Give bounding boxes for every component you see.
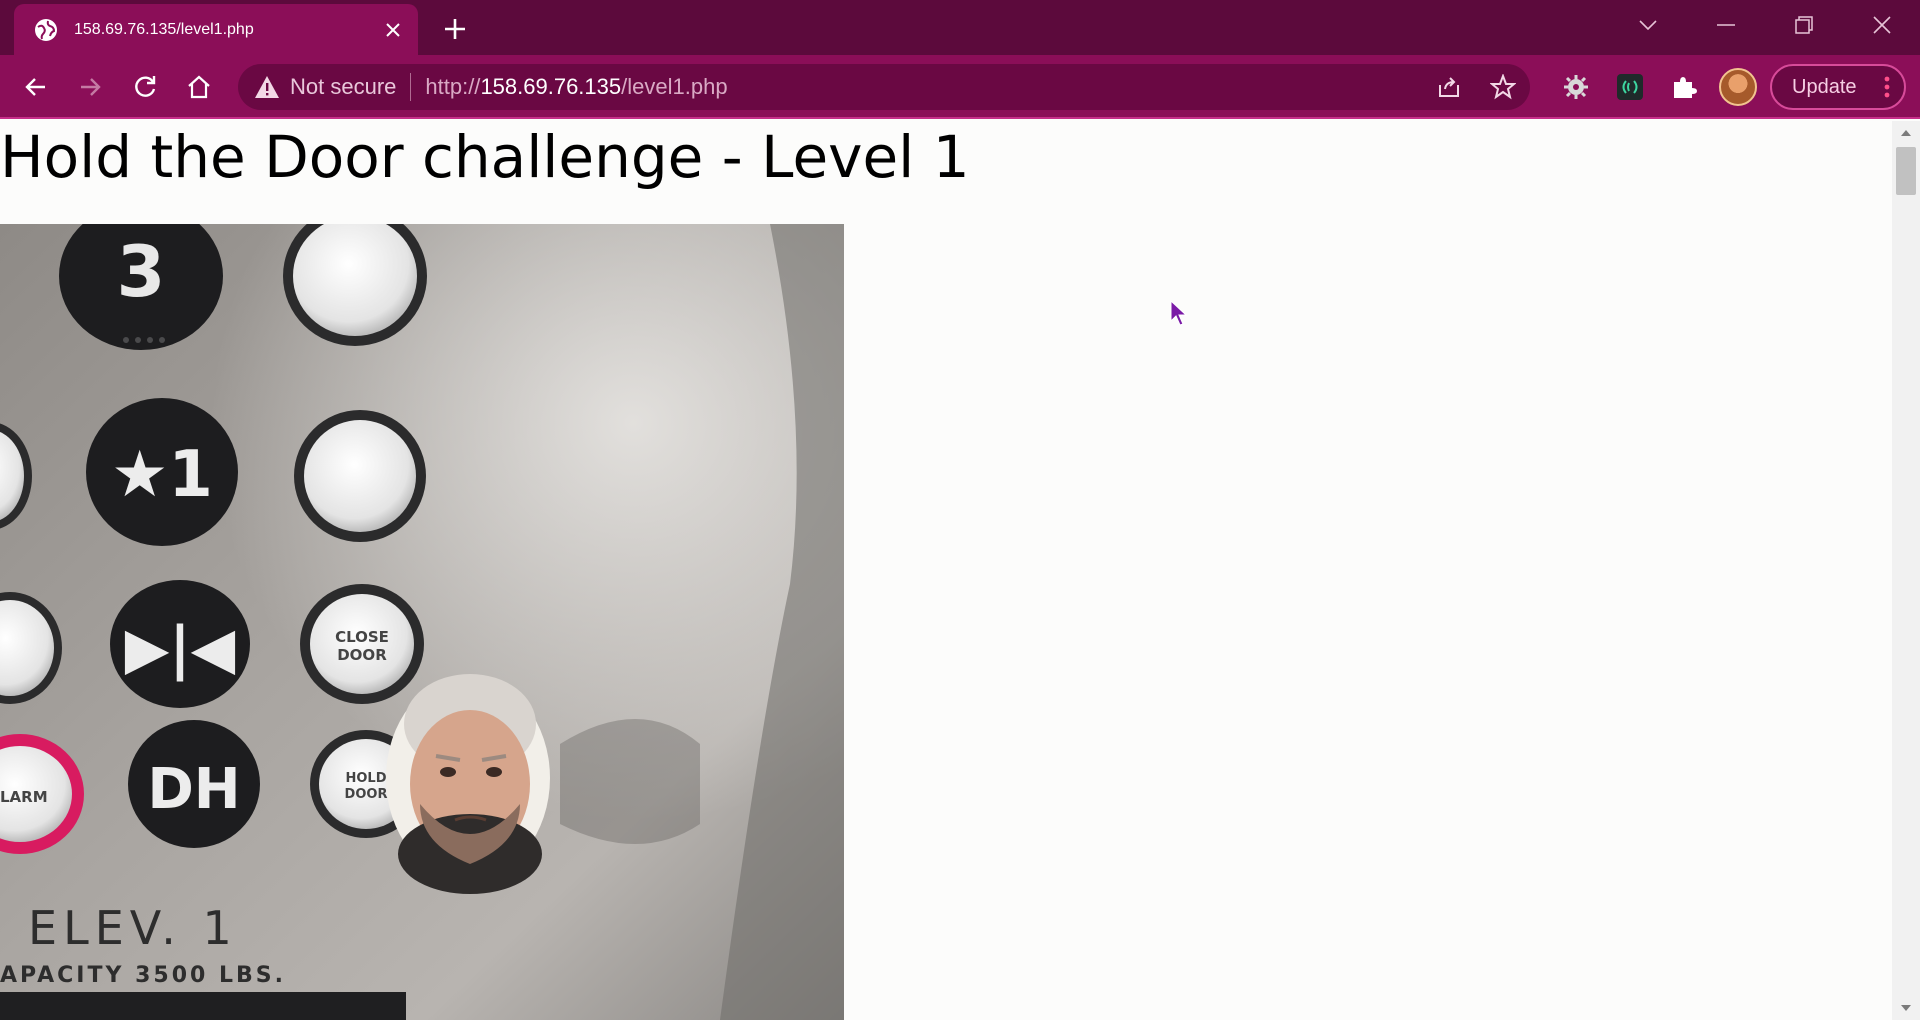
extension-cq-button[interactable] xyxy=(1610,67,1650,107)
url-host: 158.69.76.135 xyxy=(480,74,622,99)
puzzle-icon xyxy=(1674,77,1697,98)
plate-elev-text: ELEV. 1 xyxy=(28,901,238,955)
scroll-down-arrow-icon[interactable] xyxy=(1900,1002,1912,1014)
new-tab-button[interactable] xyxy=(440,14,470,44)
mouse-cursor-icon xyxy=(1170,300,1188,326)
extension-cq-icon xyxy=(1617,74,1643,100)
share-icon[interactable] xyxy=(1434,72,1464,102)
close-tab-icon[interactable] xyxy=(382,19,404,41)
plate-capacity-text: APACITY 3500 LBS. xyxy=(0,963,286,988)
tab-title: 158.69.76.135/level1.php xyxy=(74,20,254,38)
close-door-label-line2: DOOR xyxy=(337,646,387,664)
dh-button: DH xyxy=(128,720,260,848)
browser-toolbar: Not secure http://158.69.76.135/level1.p… xyxy=(0,55,1920,119)
security-label[interactable]: Not secure xyxy=(290,74,396,100)
elevator-panel-image: 3 ★1 ▶|◀ CLOSE DOOR LARM DH HOLD DOOR EL… xyxy=(0,224,844,1020)
door-open-symbol-label: ▶|◀ xyxy=(125,614,236,682)
page-viewport: Hold the Door challenge - Level 1 3 ★1 ▶… xyxy=(0,121,1892,1020)
tab-search-icon[interactable] xyxy=(1616,0,1680,50)
close-window-icon[interactable] xyxy=(1850,0,1914,50)
scrollbar-thumb[interactable] xyxy=(1896,147,1916,195)
scroll-up-arrow-icon[interactable] xyxy=(1900,127,1912,139)
dh-label: DH xyxy=(147,757,240,822)
button-3-label: 3 xyxy=(117,231,166,313)
home-icon xyxy=(188,75,210,99)
minimize-icon[interactable] xyxy=(1694,0,1758,50)
button-star-1-label: ★1 xyxy=(111,438,213,512)
browser-tab[interactable]: 158.69.76.135/level1.php xyxy=(14,4,418,55)
address-bar[interactable]: Not secure http://158.69.76.135/level1.p… xyxy=(238,64,1530,110)
button-star-1: ★1 xyxy=(86,398,238,546)
page-title: Hold the Door challenge - Level 1 xyxy=(0,123,970,191)
reload-icon xyxy=(135,76,156,97)
hodor-face-sticker xyxy=(386,674,550,894)
url-path: /level1.php xyxy=(621,74,728,99)
alarm-label: ALARM xyxy=(0,788,48,806)
home-button[interactable] xyxy=(179,67,219,107)
profile-avatar[interactable] xyxy=(1719,68,1757,106)
close-door-button: CLOSE DOOR xyxy=(300,584,424,704)
url-scheme: http:// xyxy=(425,74,481,99)
update-label: Update xyxy=(1792,75,1857,98)
vertical-scrollbar[interactable] xyxy=(1892,121,1920,1020)
title-bar: 158.69.76.135/level1.php xyxy=(0,0,1920,55)
gear-icon xyxy=(1564,75,1588,99)
back-arrow-icon xyxy=(25,78,45,96)
hold-door-label-line1: HOLD xyxy=(345,771,386,786)
restore-icon[interactable] xyxy=(1772,0,1836,50)
divider xyxy=(410,73,412,101)
warning-icon xyxy=(255,76,279,98)
forward-button[interactable] xyxy=(70,67,110,107)
white-button-row2 xyxy=(294,410,426,542)
forward-arrow-icon xyxy=(81,78,101,96)
bookmark-star-icon[interactable] xyxy=(1488,72,1518,102)
more-menu-icon xyxy=(1884,76,1890,98)
close-door-label-line1: CLOSE xyxy=(335,628,389,646)
reload-button[interactable] xyxy=(125,67,165,107)
back-button[interactable] xyxy=(16,67,56,107)
door-open-symbol-button: ▶|◀ xyxy=(110,580,250,708)
extension-gear-button[interactable] xyxy=(1556,67,1596,107)
extensions-button[interactable] xyxy=(1664,67,1704,107)
update-button[interactable]: Update xyxy=(1770,64,1906,110)
globe-icon xyxy=(35,18,57,41)
hold-door-label-line2: DOOR xyxy=(345,787,388,802)
